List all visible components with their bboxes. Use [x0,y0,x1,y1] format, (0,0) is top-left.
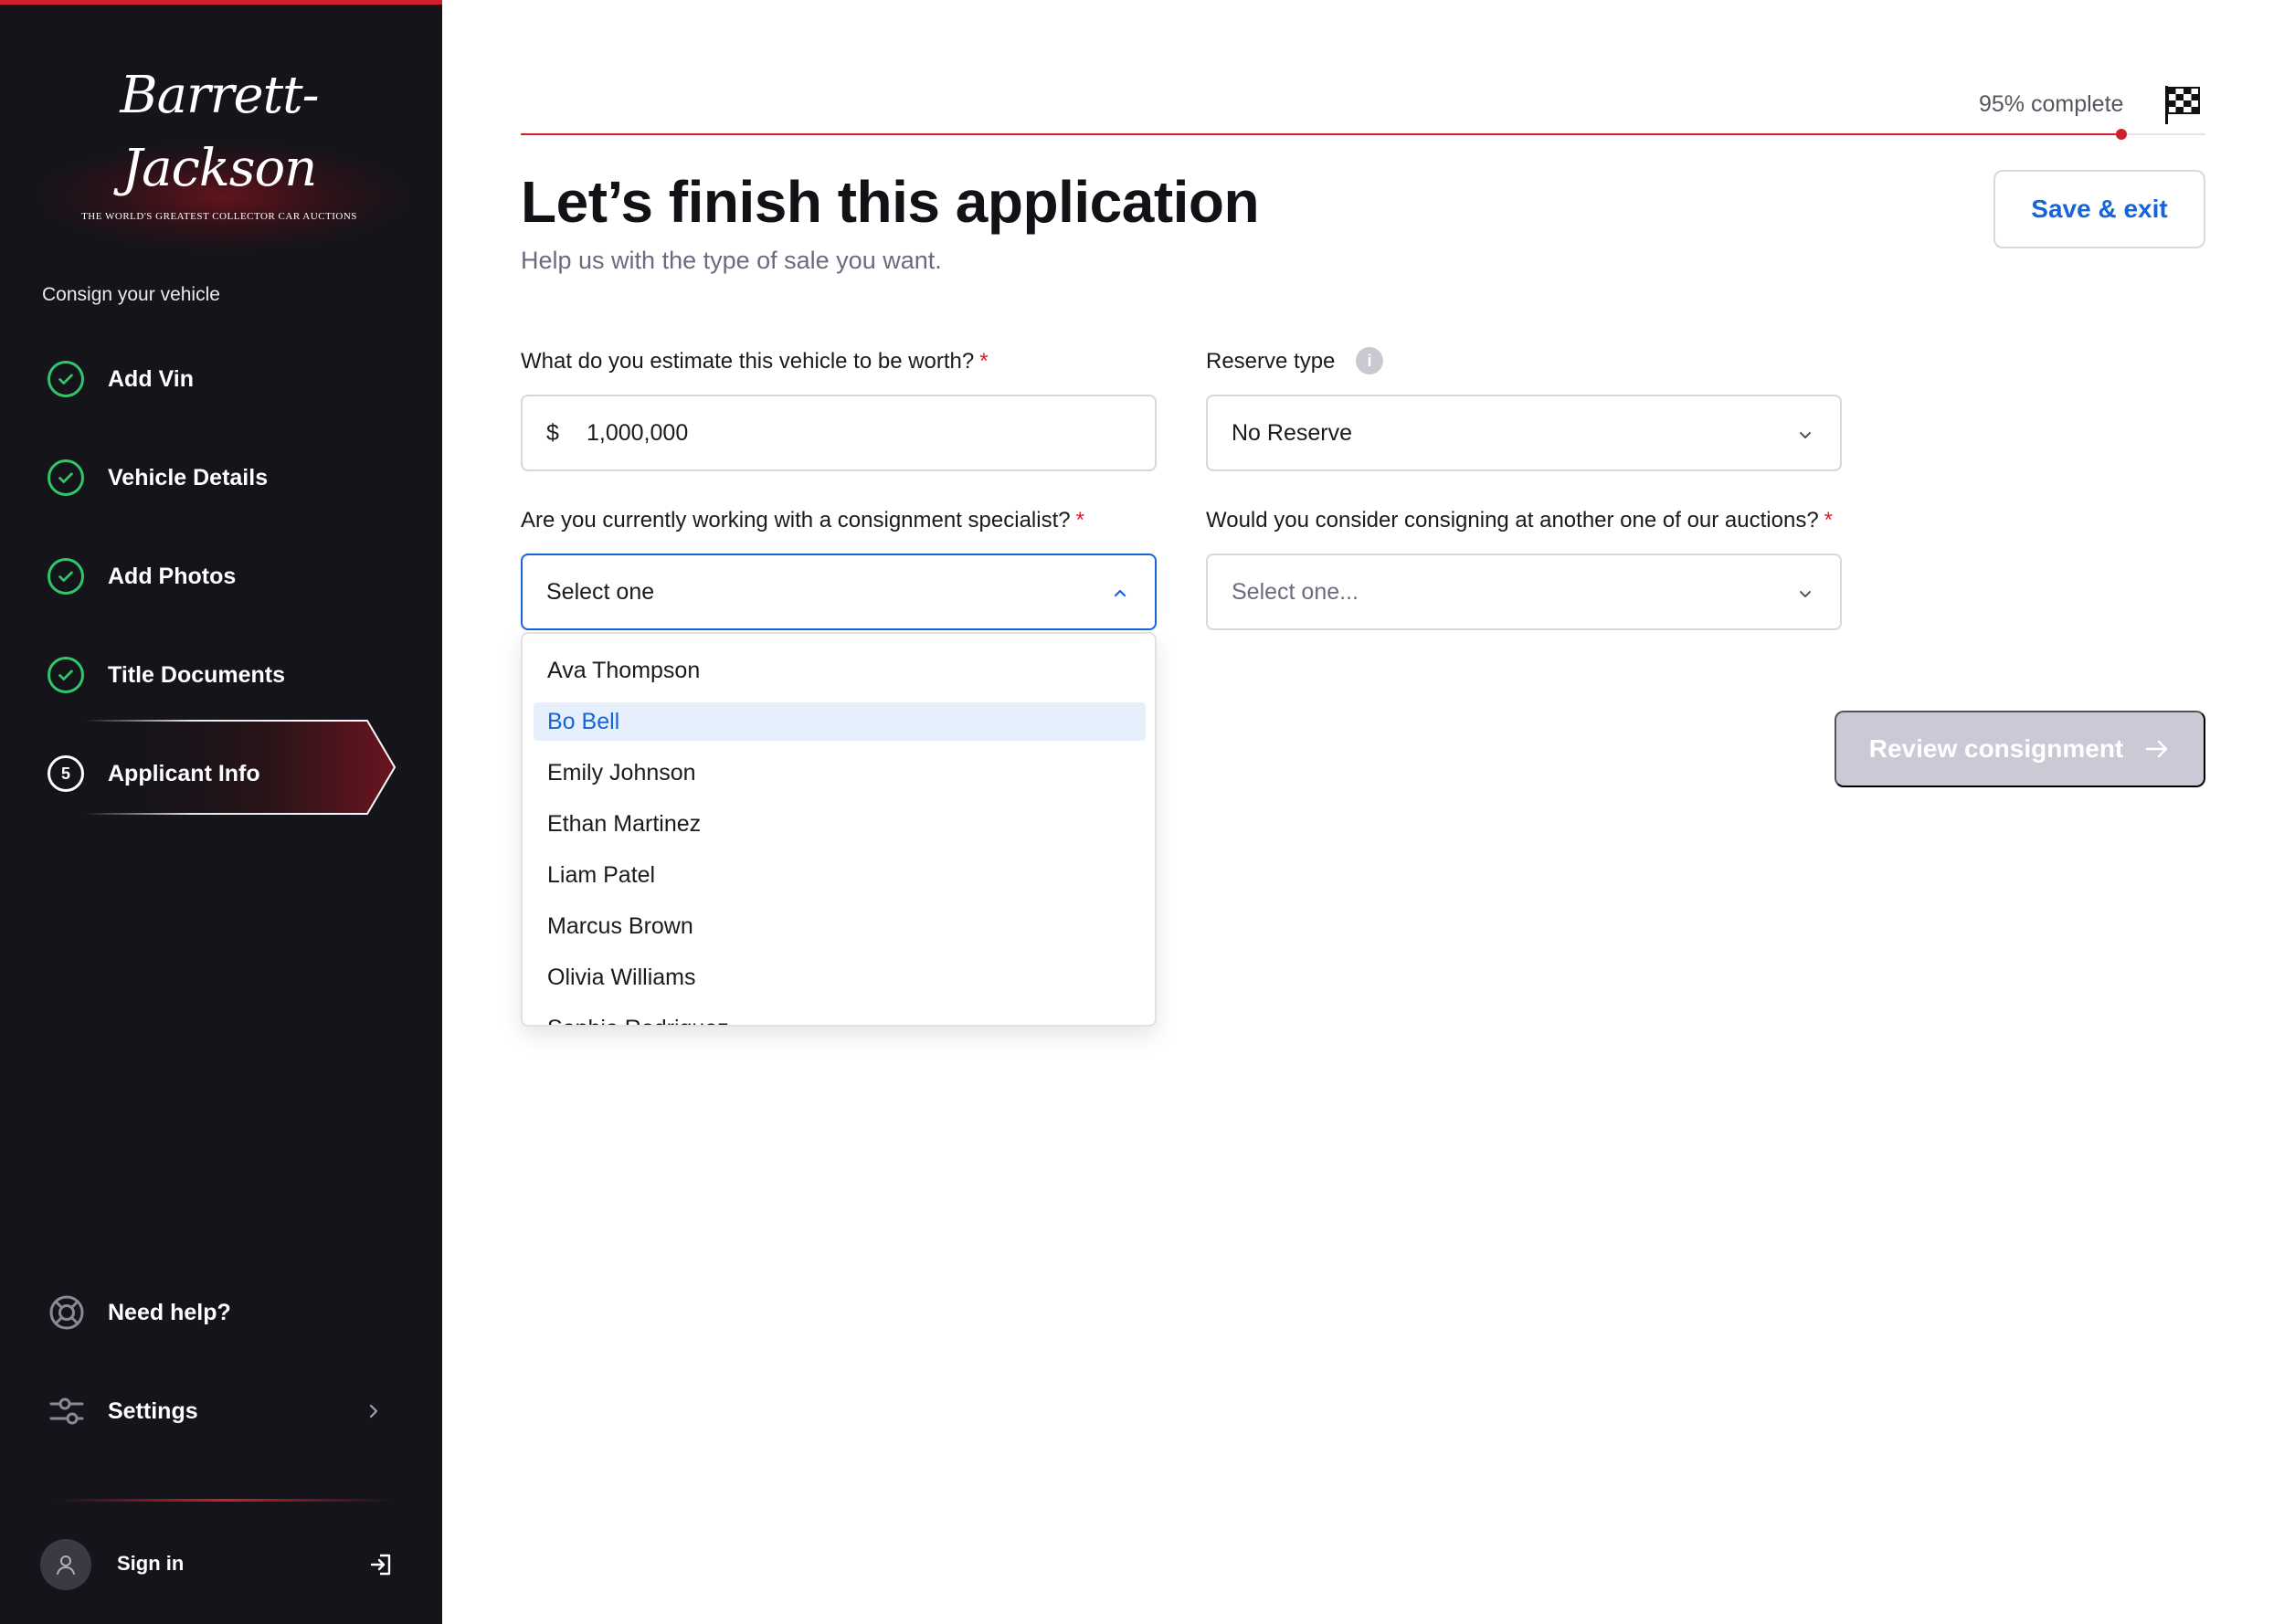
check-circle-icon [48,558,84,595]
dropdown-option[interactable]: Ava Thompson [534,651,1146,690]
sidebar-step-label: Vehicle Details [108,464,269,490]
review-consignment-label: Review consignment [1868,734,2124,763]
chevron-right-icon [369,1404,378,1418]
dropdown-option[interactable]: Ethan Martinez [534,805,1146,843]
sidebar-section-label: Consign your vehicle [42,284,220,305]
sign-in-label: Sign in [117,1552,185,1575]
logo-wordmark: Barrett-Jackson [120,66,319,198]
step-number-icon: 5 [48,755,84,792]
need-help-label: Need help? [108,1299,231,1325]
check-circle-icon [48,459,84,496]
page-title: Let’s finish this application [521,169,1260,235]
sign-in-button[interactable]: Sign in [40,1539,406,1590]
save-exit-button[interactable]: Save & exit [1993,170,2205,248]
other-auction-label-text: Would you consider consigning at another… [1206,508,1819,533]
lifebuoy-icon [49,1295,84,1330]
sidebar-step-label: Applicant Info [108,760,260,786]
progress-marker [2116,129,2127,140]
specialist-value: Select one [546,578,655,605]
need-help-link[interactable]: Need help? [0,1285,442,1340]
reserve-type-select[interactable]: No Reserve [1206,395,1842,471]
dropdown-option[interactable]: Liam Patel [534,856,1146,894]
sidebar-step-title-documents[interactable]: Title Documents [0,648,442,702]
reserve-type-value: No Reserve [1232,419,1352,446]
sidebar-step-label: Add Vin [108,365,194,392]
dropdown-option[interactable]: Sophia Rodriguez [534,1009,1146,1026]
required-mark: * [1075,508,1084,533]
worth-input[interactable]: $ 1,000,000 [521,395,1157,471]
dropdown-option[interactable]: Olivia Williams [534,958,1146,997]
chevron-down-icon [1800,591,1811,597]
review-consignment-button[interactable]: Review consignment [1835,711,2205,787]
dropdown-option[interactable]: Emily Johnson [534,754,1146,792]
specialist-label-text: Are you currently working with a consign… [521,508,1071,533]
required-mark: * [1824,508,1834,533]
specialist-dropdown-menu: Ava Thompson Bo Bell Emily Johnson Ethan… [521,632,1157,1027]
settings-link[interactable]: Settings [0,1384,442,1439]
chevron-down-icon [1800,432,1811,438]
specialist-label: Are you currently working with a consign… [521,508,1084,533]
sidebar: Barrett-Jackson The World's Greatest Col… [0,0,442,1624]
check-circle-icon [48,361,84,397]
sliders-icon [49,1397,84,1425]
brand-logo[interactable]: Barrett-Jackson The World's Greatest Col… [55,59,384,222]
sidebar-step-label: Add Photos [108,563,237,589]
arrow-right-icon [2145,740,2168,758]
worth-label-text: What do you estimate this vehicle to be … [521,349,975,374]
sign-in-icon [370,1554,391,1576]
avatar [40,1539,91,1590]
progress-text: 95% complete [1979,91,2124,117]
sidebar-divider [55,1499,393,1502]
sidebar-step-add-vin[interactable]: Add Vin [0,352,442,406]
other-auction-placeholder: Select one... [1232,578,1359,605]
info-icon[interactable]: i [1356,347,1383,374]
worth-label: What do you estimate this vehicle to be … [521,349,989,374]
logo-tagline: The World's Greatest Collector Car Aucti… [81,211,357,222]
user-icon [57,1555,75,1575]
sidebar-step-add-photos[interactable]: Add Photos [0,549,442,604]
dropdown-option[interactable]: Marcus Brown [534,907,1146,945]
currency-prefix: $ [546,419,559,446]
dropdown-option-highlighted[interactable]: Bo Bell [534,702,1146,741]
reserve-type-label: Reserve type [1206,349,1335,374]
sidebar-step-vehicle-details[interactable]: Vehicle Details [0,450,442,505]
worth-value: 1,000,000 [587,419,689,446]
page-subtitle: Help us with the type of sale you want. [521,247,942,274]
reserve-type-label-text: Reserve type [1206,349,1336,374]
sidebar-step-label: Title Documents [108,661,286,688]
progress-fill [521,133,2121,135]
main-content: 95% complete Let’s finish this applicati… [442,0,2284,1624]
checkered-flag-icon [2165,86,2200,124]
specialist-select[interactable]: Select one [521,554,1157,630]
sidebar-step-applicant-info[interactable]: 5 Applicant Info [0,746,442,801]
settings-label: Settings [108,1397,198,1424]
check-circle-icon [48,657,84,693]
other-auction-label: Would you consider consigning at another… [1206,508,1833,533]
other-auction-select[interactable]: Select one... [1206,554,1842,630]
required-mark: * [979,349,989,374]
chevron-up-icon [1114,589,1126,597]
